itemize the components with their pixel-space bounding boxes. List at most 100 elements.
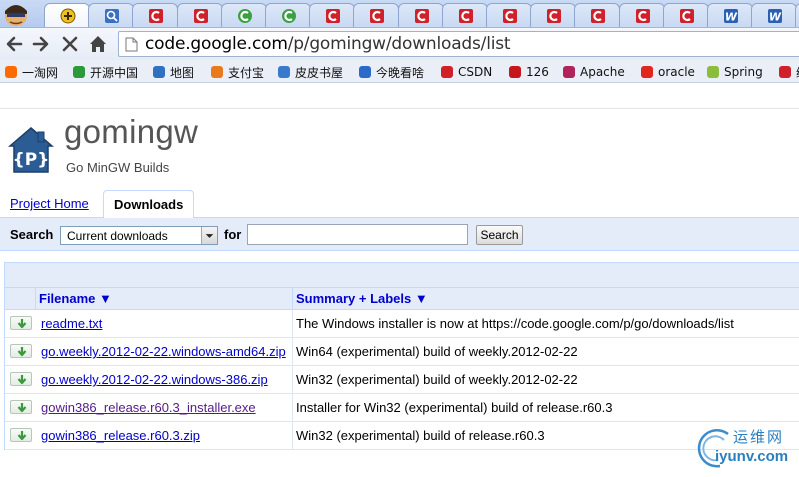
page-icon [125, 37, 138, 52]
bookmark-label: Spring [724, 65, 763, 79]
word-w-icon: W [768, 9, 783, 24]
csdn-icon [547, 9, 562, 23]
filename-link[interactable]: go.weekly.2012-02-22.windows-386.zip [41, 372, 268, 387]
chrome-c-icon [237, 9, 252, 23]
browser-tab[interactable] [176, 3, 223, 27]
bookmark-item[interactable]: 今晚看啥 [358, 63, 424, 81]
download-scope-value: Current downloads [67, 229, 168, 243]
download-button[interactable] [10, 400, 32, 414]
file-summary[interactable]: Win64 (experimental) build of weekly.201… [296, 344, 578, 359]
tab-project-home[interactable]: Project Home [10, 196, 89, 211]
browser-tab[interactable] [265, 3, 311, 27]
browser-tab[interactable] [397, 3, 444, 27]
browser-tab[interactable] [353, 3, 400, 27]
bookmark-label: oracle [658, 65, 695, 79]
tab-downloads[interactable]: Downloads [103, 190, 194, 218]
download-scope-select[interactable]: Current downloads [60, 226, 218, 245]
download-button[interactable] [10, 344, 32, 358]
project-name[interactable]: gomingw [64, 113, 198, 151]
forward-arrow-icon[interactable] [29, 32, 53, 56]
browser-tab[interactable]: W [795, 3, 799, 27]
browser-tab[interactable] [44, 3, 90, 27]
word-w-icon: W [724, 9, 738, 24]
bookmark-item[interactable]: Apache [562, 63, 625, 81]
bookmark-item[interactable]: Spring [706, 63, 763, 81]
back-arrow-icon[interactable] [2, 32, 26, 56]
download-button[interactable] [10, 316, 32, 330]
bookmark-item[interactable]: 皮皮书屋 [277, 63, 343, 81]
stop-loading-icon[interactable] [58, 32, 82, 56]
bookmark-item[interactable]: 地图 [152, 63, 194, 81]
tab-downloads-label: Downloads [114, 197, 184, 212]
bookmark-item[interactable]: 编 [778, 63, 799, 81]
bookmark-label: 今晚看啥 [376, 65, 425, 80]
filename-link[interactable]: gowin386_release.r60.3_installer.exe [41, 400, 256, 415]
search-query-input[interactable] [247, 224, 468, 245]
file-summary[interactable]: Installer for Win32 (experimental) build… [296, 400, 612, 415]
column-filename[interactable]: Filename ▼ [39, 291, 112, 306]
column-summary[interactable]: Summary + Labels ▼ [296, 291, 428, 306]
browser-tab[interactable] [132, 3, 179, 27]
oschina-icon [73, 66, 85, 78]
bookmark-item[interactable]: 126 [508, 63, 549, 81]
url-path: /p/gomingw/downloads/list [287, 34, 511, 54]
browser-tab[interactable] [309, 3, 356, 27]
cnblogs-icon [779, 66, 791, 78]
filename-link[interactable]: readme.txt [41, 316, 102, 331]
filename-link[interactable]: gowin386_release.r60.3.zip [41, 428, 200, 443]
download-arrow-icon [17, 403, 27, 413]
search-button[interactable]: Search [476, 225, 523, 245]
add-on-icon [60, 8, 76, 24]
csdn-icon [193, 9, 208, 23]
download-arrow-icon [17, 431, 27, 441]
browser-tab[interactable] [220, 3, 267, 27]
bookmark-item[interactable]: CSDN [440, 63, 492, 81]
browser-tab[interactable] [441, 3, 488, 27]
watermark-logo: 运维网 iyunv.com [690, 424, 795, 472]
project-logo-icon: {P} [8, 127, 54, 173]
bookmark-label: 地图 [170, 65, 195, 80]
table-row: go.weekly.2012-02-22.windows-amd64.zip Wi… [5, 338, 799, 366]
netease-icon [509, 66, 521, 78]
column-divider [292, 288, 293, 310]
browser-tab[interactable]: W [751, 3, 798, 27]
watermark-text-cn: 运维网 [733, 428, 785, 446]
header-divider [0, 108, 799, 109]
bookmark-item[interactable]: 支付宝 [210, 63, 264, 81]
bookmark-item[interactable]: oracle [640, 63, 695, 81]
svg-text:W: W [769, 11, 782, 24]
bookmark-item[interactable]: 一淘网 [4, 63, 58, 81]
home-icon[interactable] [86, 32, 110, 56]
download-button[interactable] [10, 428, 32, 442]
browser-tab[interactable]: W [707, 3, 753, 27]
bookmarks-bar: 一淘网 开源中国 地图 支付宝 皮皮书屋 今晚看啥 CSDN 126 Apache oracle S… [0, 60, 799, 83]
url-host: code.google.com [145, 34, 288, 54]
filename-link[interactable]: go.weekly.2012-02-22.windows-amd64.zip [41, 344, 286, 359]
bookmark-label: CSDN [458, 65, 493, 79]
pagination-bar [4, 262, 799, 288]
bookmark-label: 支付宝 [228, 65, 265, 80]
browser-tab[interactable] [486, 3, 532, 27]
table-row: readme.txt The Windows installer is now a… [5, 310, 799, 338]
address-url: code.google.com/p/gomingw/downloads/list [145, 34, 511, 54]
profile-avatar-icon[interactable] [2, 1, 30, 27]
file-summary[interactable]: The Windows installer is now at https://… [296, 316, 734, 331]
bookmark-item[interactable]: 开源中国 [72, 63, 138, 81]
play-icon [359, 66, 371, 78]
table-row: go.weekly.2012-02-22.windows-386.zip Win3… [5, 366, 799, 394]
browser-tab[interactable] [530, 3, 577, 27]
chevron-down-icon[interactable] [201, 227, 217, 244]
file-summary[interactable]: Win32 (experimental) build of weekly.201… [296, 372, 578, 387]
browser-tab[interactable] [88, 3, 135, 27]
download-search-bar: Search Current downloads for Search [0, 218, 799, 251]
address-bar[interactable]: code.google.com/p/gomingw/downloads/list [118, 31, 799, 57]
browser-tab[interactable] [662, 3, 709, 27]
browser-tab[interactable] [574, 3, 621, 27]
csdn-icon [326, 9, 341, 23]
browser-tab[interactable] [618, 3, 665, 27]
download-button[interactable] [10, 372, 32, 386]
book-icon [278, 66, 290, 78]
bookmark-label: 开源中国 [90, 65, 139, 80]
table-header: Filename ▼ Summary + Labels ▼ [5, 288, 799, 310]
file-summary[interactable]: Win32 (experimental) build of release.r6… [296, 428, 545, 443]
